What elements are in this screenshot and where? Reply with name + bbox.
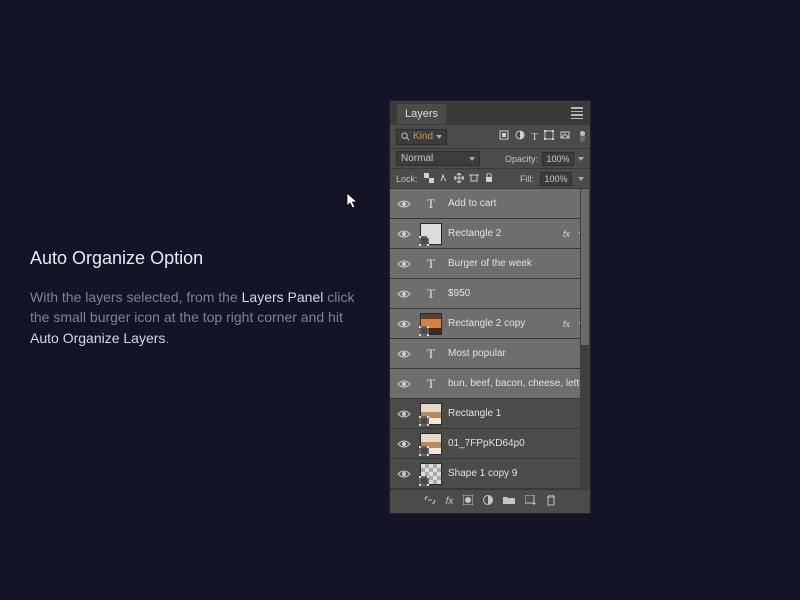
lock-transparency-icon[interactable] [424, 173, 434, 185]
fill-caret[interactable] [578, 177, 584, 181]
visibility-toggle[interactable] [394, 379, 414, 389]
layer-row[interactable]: T Burger of the week [390, 249, 590, 279]
layer-name[interactable]: Add to cart [448, 198, 590, 209]
link-layers-icon[interactable] [424, 495, 436, 508]
visibility-toggle[interactable] [394, 319, 414, 329]
mask-icon[interactable] [463, 495, 473, 508]
instruction-title: Auto Organize Option [30, 248, 360, 269]
layers-tab[interactable]: Layers [397, 104, 446, 124]
filter-adjustment-icon[interactable] [515, 130, 525, 143]
filter-smart-icon[interactable] [560, 130, 570, 143]
text-layer-icon: T [420, 373, 442, 395]
scrollbar-thumb[interactable] [581, 189, 589, 345]
image-thumbnail [420, 313, 442, 335]
opacity-caret[interactable] [578, 157, 584, 161]
visibility-toggle[interactable] [394, 469, 414, 479]
filter-shape-icon[interactable] [544, 130, 554, 143]
text-layer-icon: T [420, 283, 442, 305]
fx-badge: fx [563, 229, 570, 239]
filter-type-icon[interactable]: T [531, 131, 538, 143]
visibility-toggle[interactable] [394, 349, 414, 359]
kind-dropdown[interactable]: Kind [396, 129, 447, 145]
layer-row[interactable]: Tbun, beef, bacon, cheese, lettuc... [390, 369, 590, 399]
fill-value[interactable]: 100% [540, 172, 572, 186]
layer-name[interactable]: $950 [448, 288, 590, 299]
layer-row[interactable]: Rectangle 2 copy fx [390, 309, 590, 339]
blend-mode-dropdown[interactable]: Normal [396, 151, 480, 166]
layer-name[interactable]: Burger of the week [448, 258, 590, 269]
layer-row[interactable]: Rectangle 2 fx [390, 219, 590, 249]
layer-name[interactable]: bun, beef, bacon, cheese, lettuc... [448, 378, 590, 389]
visibility-toggle[interactable] [394, 199, 414, 209]
panel-menu-icon[interactable] [571, 105, 583, 121]
image-thumbnail [420, 433, 442, 455]
filter-pixel-icon[interactable] [499, 130, 509, 143]
visibility-toggle[interactable] [394, 439, 414, 449]
layer-row[interactable]: T Add to cart [390, 189, 590, 219]
layers-panel: Layers Kind T Normal Opacity: 100% Lock: [389, 100, 591, 514]
layer-name[interactable]: 01_7FPpKD64p0 [448, 438, 590, 449]
panel-footer: fx [390, 489, 590, 513]
opacity-value[interactable]: 100% [542, 152, 574, 166]
group-icon[interactable] [503, 495, 515, 508]
text-layer-icon: T [420, 343, 442, 365]
lock-artboard-icon[interactable] [469, 173, 479, 185]
lock-label: Lock: [396, 174, 418, 184]
blend-row: Normal Opacity: 100% [390, 149, 590, 169]
instruction-body: With the layers selected, from the Layer… [30, 287, 360, 348]
layer-name[interactable]: Rectangle 2 [448, 228, 557, 239]
layer-name[interactable]: Shape 1 copy 9 [448, 468, 590, 479]
lock-row: Lock: Fill: 100% [390, 169, 590, 189]
text-layer-icon: T [420, 253, 442, 275]
cursor-icon [346, 192, 360, 215]
trash-icon[interactable] [546, 495, 556, 509]
instruction-block: Auto Organize Option With the layers sel… [30, 248, 360, 348]
shape-thumbnail [420, 463, 442, 485]
filter-toggle[interactable] [580, 132, 585, 142]
layers-list: T Add to cart Rectangle 2 fx T Burger of the … [390, 189, 590, 489]
visibility-toggle[interactable] [394, 289, 414, 299]
fill-label: Fill: [520, 174, 534, 184]
fx-icon[interactable]: fx [446, 496, 454, 507]
lock-image-icon[interactable] [439, 173, 449, 185]
layer-name[interactable]: Most popular [448, 348, 590, 359]
lock-all-icon[interactable] [484, 173, 494, 185]
layer-name[interactable]: Rectangle 2 copy [448, 318, 557, 329]
visibility-toggle[interactable] [394, 259, 414, 269]
layer-row[interactable]: Shape 1 copy 9 [390, 459, 590, 489]
layer-row[interactable]: T $950 [390, 279, 590, 309]
fx-badge: fx [563, 319, 570, 329]
lock-position-icon[interactable] [454, 173, 464, 185]
new-layer-icon[interactable] [525, 495, 536, 508]
adjustment-icon[interactable] [483, 495, 493, 508]
visibility-toggle[interactable] [394, 229, 414, 239]
visibility-toggle[interactable] [394, 409, 414, 419]
layer-row[interactable]: 01_7FPpKD64p0 [390, 429, 590, 459]
image-thumbnail [420, 403, 442, 425]
filter-row: Kind T [390, 125, 590, 149]
text-layer-icon: T [420, 193, 442, 215]
layer-row[interactable]: Rectangle 1 [390, 399, 590, 429]
layer-row[interactable]: T Most popular [390, 339, 590, 369]
shape-thumbnail [420, 223, 442, 245]
layer-name[interactable]: Rectangle 1 [448, 408, 590, 419]
panel-header: Layers [390, 101, 590, 125]
opacity-label: Opacity: [505, 154, 538, 164]
scrollbar[interactable] [580, 189, 590, 489]
